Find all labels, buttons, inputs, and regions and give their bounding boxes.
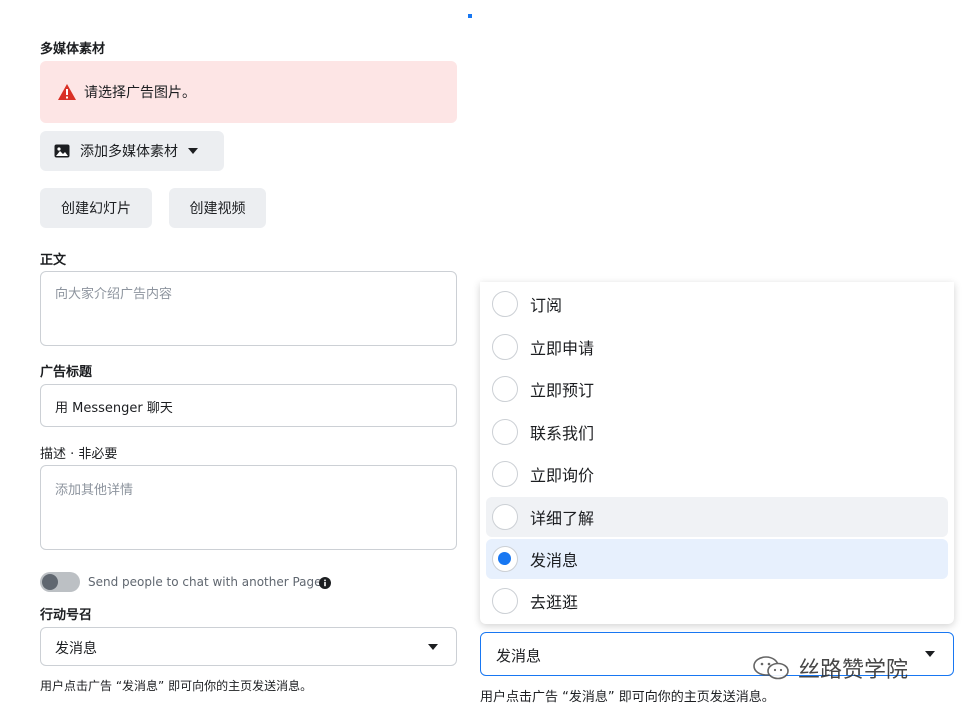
headline-value: 用 Messenger 聊天 xyxy=(55,401,173,416)
radio-button[interactable] xyxy=(492,334,518,360)
watermark-text: 丝路赞学院 xyxy=(798,658,909,683)
alert-message: 请选择广告图片。 xyxy=(84,85,196,101)
radio-button[interactable] xyxy=(492,376,518,402)
radio-button[interactable] xyxy=(492,504,518,530)
create-video-label: 创建视频 xyxy=(189,201,246,217)
add-media-label: 添加多媒体素材 xyxy=(80,144,178,160)
chat-page-toggle-label: Send people to chat with another Page xyxy=(88,575,322,589)
cta-label: 行动号召 xyxy=(40,608,93,623)
cta-option-label: 发消息 xyxy=(530,551,579,570)
wechat-icon xyxy=(752,655,792,681)
add-media-button[interactable]: 添加多媒体素材 xyxy=(40,131,224,171)
chevron-down-icon xyxy=(188,148,198,154)
primary-text-placeholder: 向大家介绍广告内容 xyxy=(55,287,173,302)
create-video-button[interactable]: 创建视频 xyxy=(169,188,266,228)
cta-option[interactable]: 立即询价 xyxy=(486,454,948,494)
media-section-label: 多媒体素材 xyxy=(40,42,106,57)
description-input[interactable]: 添加其他详情 xyxy=(40,465,457,550)
cta-select-value: 发消息 xyxy=(55,641,97,657)
create-slideshow-button[interactable]: 创建幻灯片 xyxy=(40,188,152,228)
cta-select-open-value: 发消息 xyxy=(496,647,542,665)
warning-icon xyxy=(58,84,76,100)
description-label: 描述 · 非必要 xyxy=(40,447,118,462)
radio-button-checked[interactable] xyxy=(492,546,518,572)
cta-option-label: 立即询价 xyxy=(530,466,595,485)
description-placeholder: 添加其他详情 xyxy=(55,483,134,498)
cta-dropdown-menu: 订阅 立即申请 立即预订 联系我们 立即询价 详细了解 发消息 去逛逛 xyxy=(480,282,954,624)
cta-option-label: 详细了解 xyxy=(530,509,595,528)
watermark: 丝路赞学院 xyxy=(752,652,908,684)
toggle-knob xyxy=(42,574,58,590)
cta-option[interactable]: 立即申请 xyxy=(486,327,948,367)
cta-option[interactable]: 立即预订 xyxy=(486,369,948,409)
headline-input[interactable]: 用 Messenger 聊天 xyxy=(40,384,457,427)
radio-button[interactable] xyxy=(492,461,518,487)
radio-button[interactable] xyxy=(492,291,518,317)
cta-option-label: 订阅 xyxy=(530,296,563,315)
cta-option[interactable]: 去逛逛 xyxy=(486,581,948,621)
cta-option-hovered[interactable]: 详细了解 xyxy=(486,497,948,537)
create-slideshow-label: 创建幻灯片 xyxy=(61,201,131,217)
primary-text-input[interactable]: 向大家介绍广告内容 xyxy=(40,271,457,346)
cta-option-label: 联系我们 xyxy=(530,424,595,443)
cta-option[interactable]: 订阅 xyxy=(486,284,948,324)
top-marker xyxy=(468,14,472,18)
radio-button[interactable] xyxy=(492,588,518,614)
cta-option-selected[interactable]: 发消息 xyxy=(486,539,948,579)
chevron-down-icon xyxy=(428,644,438,650)
cta-option-label: 立即申请 xyxy=(530,339,595,358)
headline-label: 广告标题 xyxy=(40,365,93,380)
primary-text-label: 正文 xyxy=(40,253,67,268)
cta-hint: 用户点击广告 “发消息” 即可向你的主页发送消息。 xyxy=(40,679,313,693)
cta-option[interactable]: 联系我们 xyxy=(486,412,948,452)
media-alert: 请选择广告图片。 xyxy=(40,61,457,123)
cta-select[interactable]: 发消息 xyxy=(40,627,457,666)
image-icon xyxy=(54,144,70,158)
info-icon[interactable] xyxy=(319,574,331,589)
cta-option-label: 去逛逛 xyxy=(530,593,579,612)
cta-dropdown-hint: 用户点击广告 “发消息” 即可向你的主页发送消息。 xyxy=(480,690,775,705)
cta-option-label: 立即预订 xyxy=(530,381,595,400)
chat-page-toggle[interactable] xyxy=(40,572,80,592)
chevron-down-icon xyxy=(925,651,935,657)
radio-button[interactable] xyxy=(492,419,518,445)
